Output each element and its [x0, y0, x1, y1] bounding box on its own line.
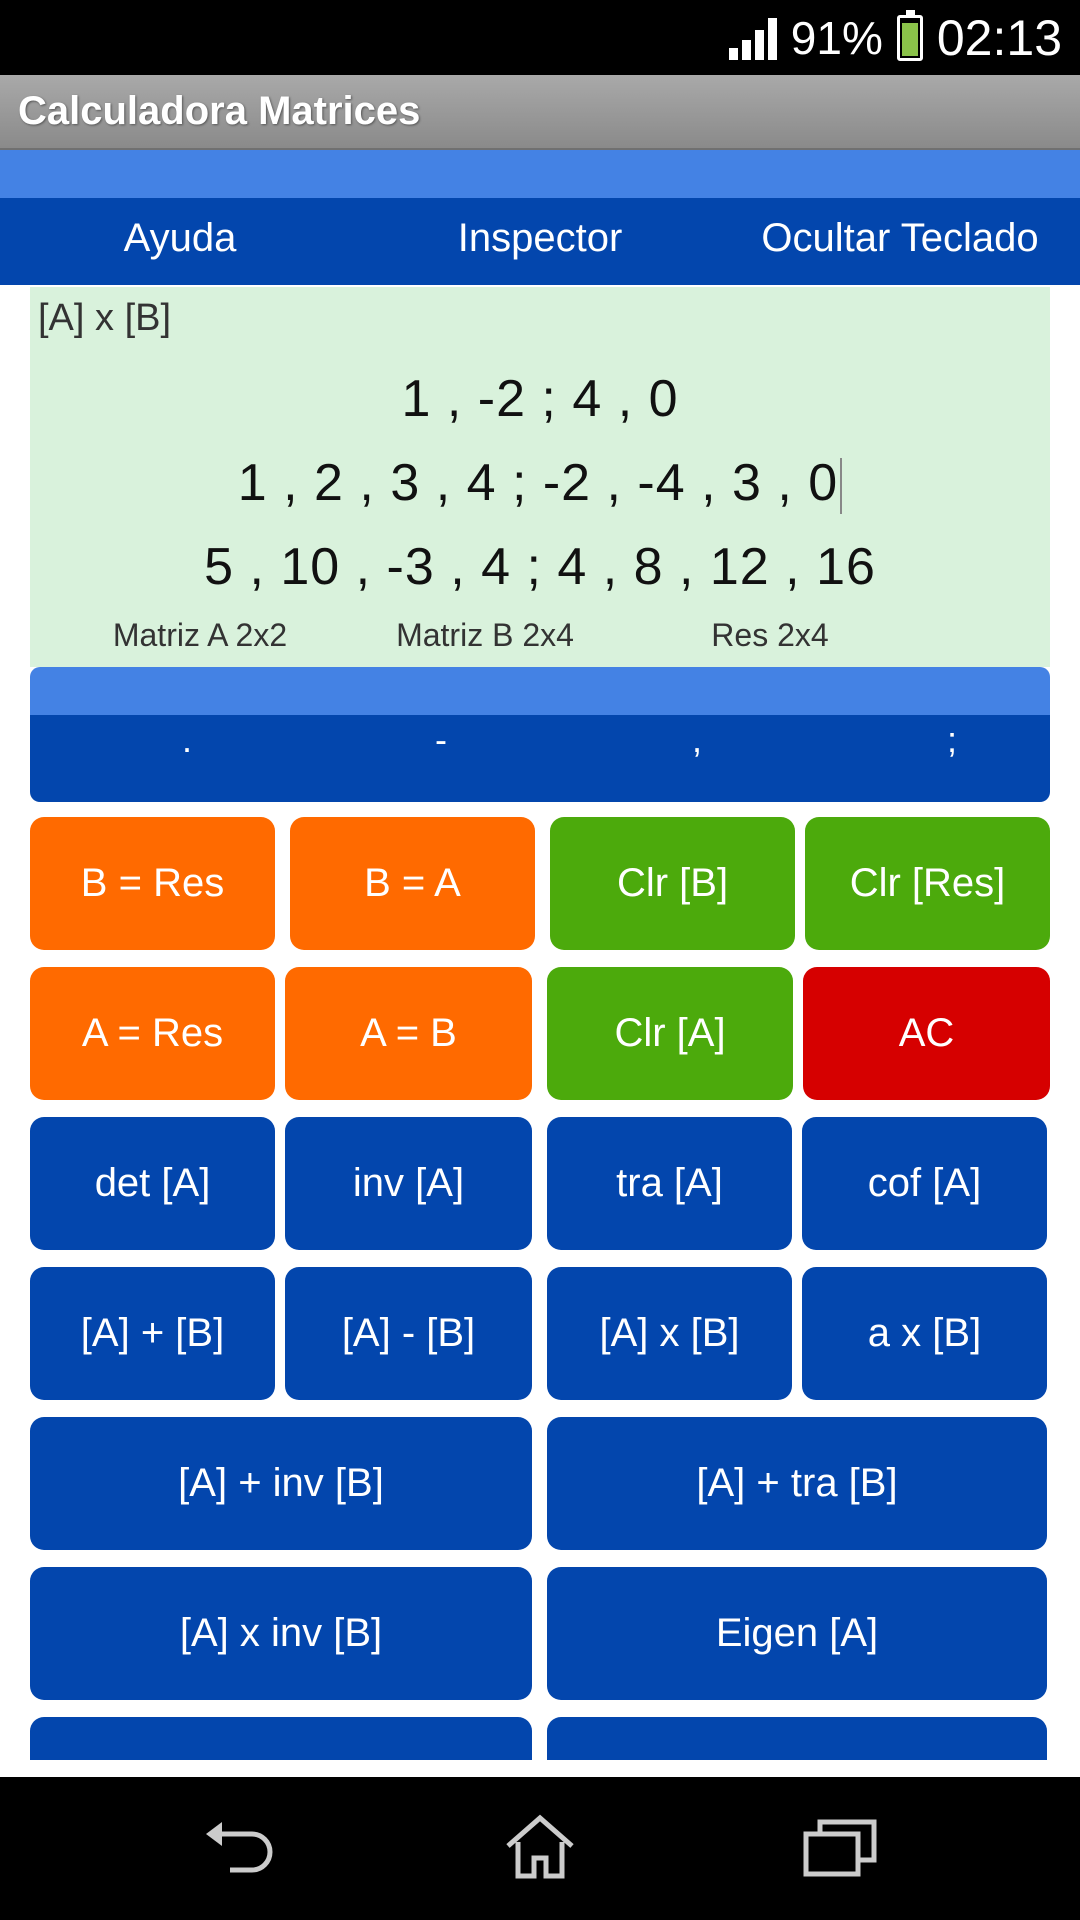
- a-times-inv-b-button[interactable]: [A] x inv [B]: [30, 1567, 532, 1700]
- menu-bar: Ayuda Inspector Ocultar Teclado: [0, 150, 1080, 285]
- matrix-a-input[interactable]: 1 , -2 ; 4 , 0: [30, 369, 1050, 429]
- matrix-b-input[interactable]: 1 , 2 , 3 , 4 ; -2 , -4 , 3 , 0: [30, 453, 1050, 515]
- a-equals-res-button[interactable]: A = Res: [30, 967, 275, 1100]
- result-output: 5 , 10 , -3 , 4 ; 4 , 8 , 12 , 16: [30, 537, 1050, 597]
- a-plus-inv-b-button[interactable]: [A] + inv [B]: [30, 1417, 532, 1550]
- status-indicators: 91% 02:13: [728, 0, 1062, 75]
- clock: 02:13: [936, 9, 1062, 66]
- tra-a-button[interactable]: tra [A]: [547, 1117, 792, 1250]
- clear-b-button[interactable]: Clr [B]: [550, 817, 795, 950]
- partial-button-left[interactable]: [30, 1717, 532, 1760]
- all-clear-button[interactable]: AC: [803, 967, 1050, 1100]
- eigen-a-button[interactable]: Eigen [A]: [547, 1567, 1047, 1700]
- operation-label: [A] x [B]: [38, 297, 172, 339]
- partial-button-right[interactable]: [547, 1717, 1047, 1760]
- recent-apps-icon[interactable]: [800, 1812, 880, 1882]
- minus-key[interactable]: -: [381, 715, 501, 795]
- help-button[interactable]: Ayuda: [60, 198, 300, 278]
- inv-a-button[interactable]: inv [A]: [285, 1117, 532, 1250]
- battery-icon: [896, 9, 923, 61]
- status-bar: 91% 02:13: [0, 0, 1080, 75]
- symbol-keys: . - , ;: [30, 667, 1050, 802]
- det-a-button[interactable]: det [A]: [30, 1117, 275, 1250]
- a-equals-b-button[interactable]: A = B: [285, 967, 532, 1100]
- dim-res-label: Res 2x4: [711, 617, 829, 653]
- title-bar: Calculadora Matrices: [0, 75, 1080, 150]
- back-icon[interactable]: [200, 1812, 280, 1882]
- clear-a-button[interactable]: Clr [A]: [547, 967, 793, 1100]
- b-equals-res-button[interactable]: B = Res: [30, 817, 275, 950]
- matrix-a-value: 1 , -2 ; 4 , 0: [401, 370, 679, 428]
- matrix-display: [A] x [B] 1 , -2 ; 4 , 0 1 , 2 , 3 , 4 ;…: [30, 287, 1050, 667]
- a-plus-b-button[interactable]: [A] + [B]: [30, 1267, 275, 1400]
- dim-b-label: Matriz B 2x4: [396, 617, 574, 653]
- app-title: Calculadora Matrices: [18, 89, 421, 133]
- signal-icon: [728, 16, 777, 60]
- semicolon-key[interactable]: ;: [892, 715, 1012, 795]
- a-plus-tra-b-button[interactable]: [A] + tra [B]: [547, 1417, 1047, 1550]
- inspector-button[interactable]: Inspector: [420, 198, 660, 278]
- clear-res-button[interactable]: Clr [Res]: [805, 817, 1050, 950]
- navigation-bar: [0, 1777, 1080, 1920]
- text-cursor: [840, 458, 843, 515]
- scroll-edge: [0, 1760, 1080, 1777]
- matrix-b-value: 1 , 2 , 3 , 4 ; -2 , -4 , 3 , 0: [237, 454, 839, 512]
- comma-key[interactable]: ,: [637, 715, 757, 795]
- battery-percent: 91%: [790, 11, 883, 64]
- dim-a-label: Matriz A 2x2: [112, 617, 288, 653]
- b-equals-a-button[interactable]: B = A: [290, 817, 535, 950]
- hide-keyboard-button[interactable]: Ocultar Teclado: [740, 198, 1060, 278]
- dot-key[interactable]: .: [127, 715, 247, 795]
- home-icon[interactable]: [500, 1812, 580, 1882]
- a-minus-b-button[interactable]: [A] - [B]: [285, 1267, 532, 1400]
- cof-a-button[interactable]: cof [A]: [802, 1117, 1047, 1250]
- result-value: 5 , 10 , -3 , 4 ; 4 , 8 , 12 , 16: [204, 538, 876, 596]
- a-times-b-button[interactable]: [A] x [B]: [547, 1267, 792, 1400]
- scalar-times-b-button[interactable]: a x [B]: [802, 1267, 1047, 1400]
